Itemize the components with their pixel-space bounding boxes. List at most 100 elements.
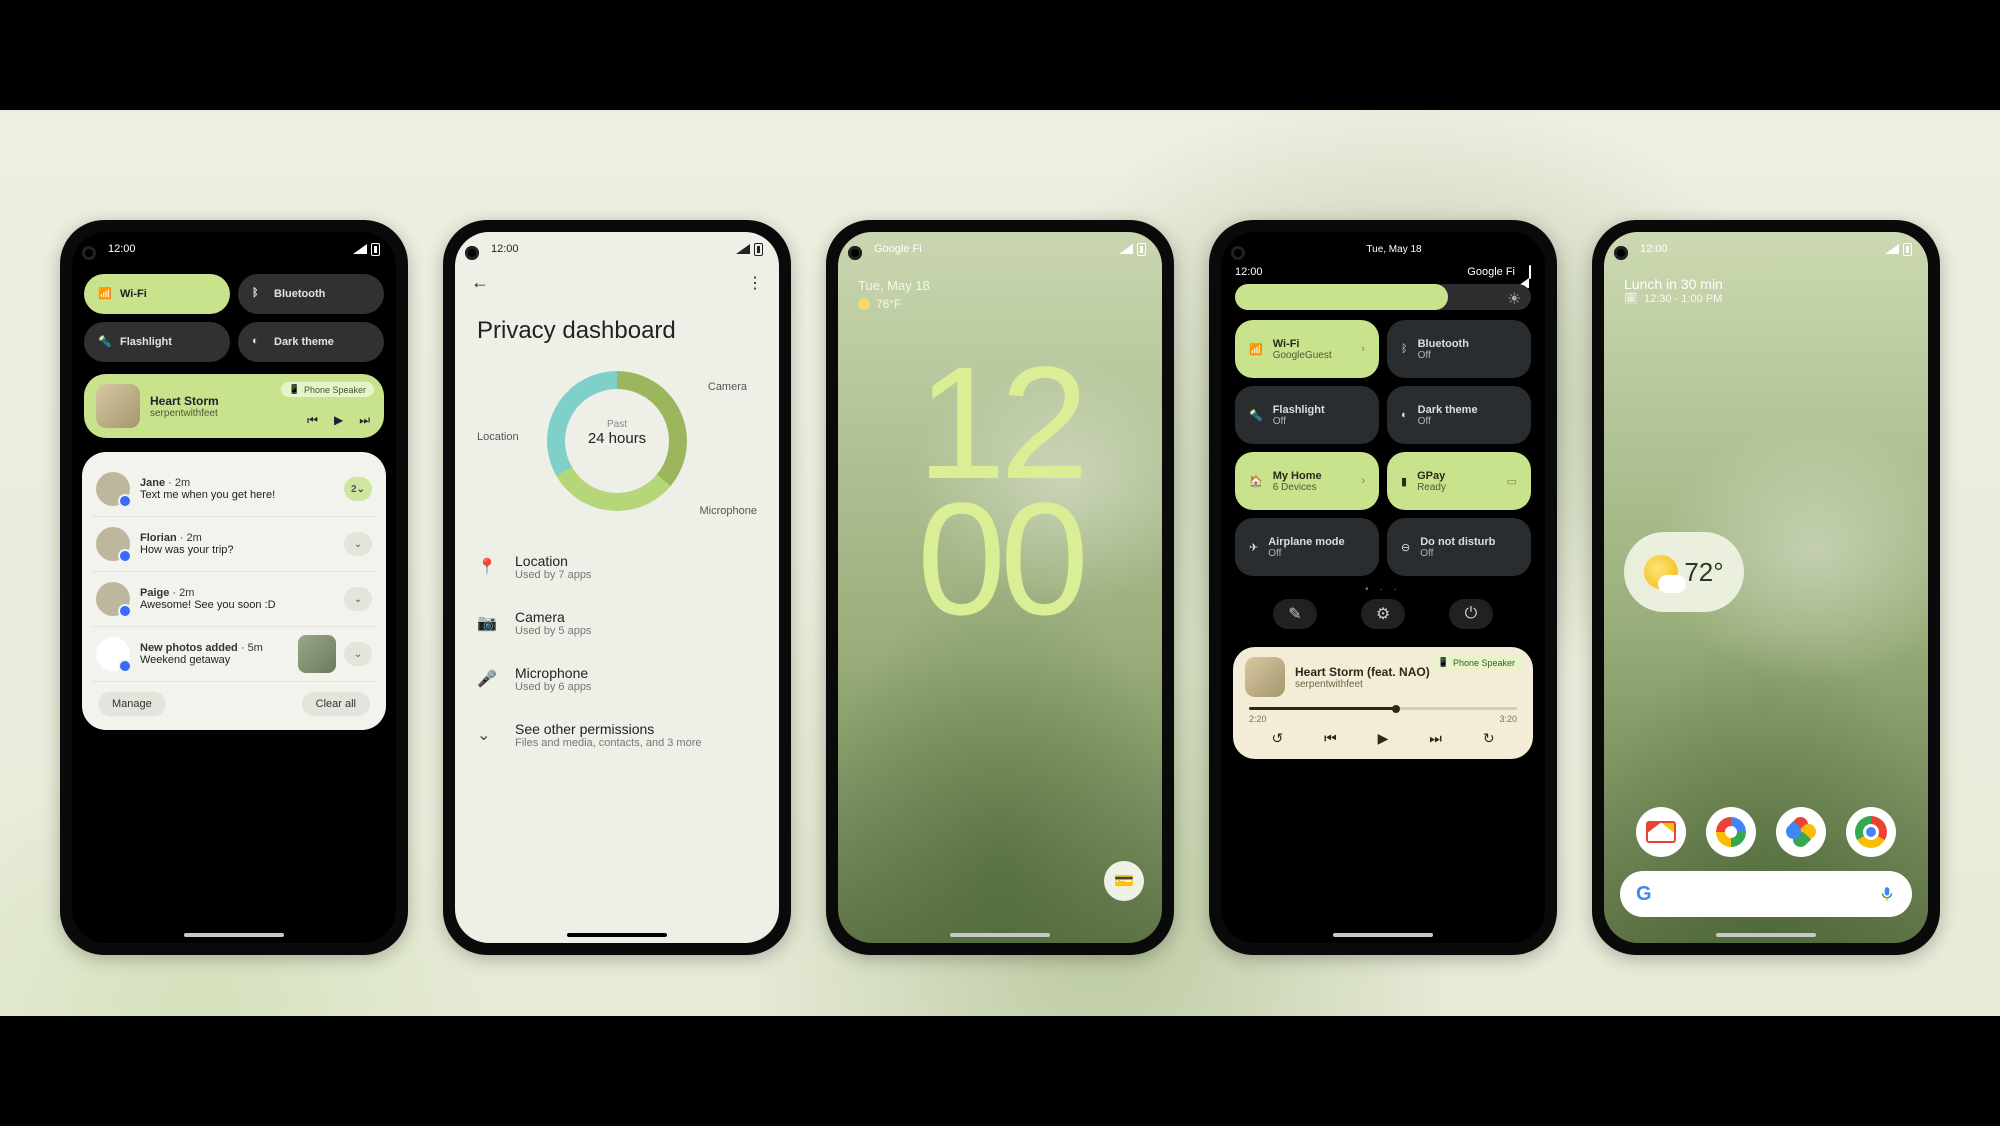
gear-icon: ⚙: [1376, 604, 1390, 624]
tile-airplane[interactable]: ✈Airplane modeOff: [1235, 518, 1379, 576]
clear-all-button[interactable]: Clear all: [302, 692, 370, 716]
brightness-fill: [1235, 284, 1448, 310]
phone-2-screen: 12:00 ← ⋮ Privacy dashboard Past24 hours…: [455, 232, 779, 943]
page-indicator: • · ·: [1221, 576, 1545, 599]
signal-icon: [736, 244, 750, 254]
expand-button[interactable]: ⌄: [344, 532, 372, 556]
power-button[interactable]: ⏻: [1449, 599, 1493, 629]
time-elapsed: 2:20: [1249, 714, 1267, 724]
perm-microphone[interactable]: 🎤MicrophoneUsed by 6 apps: [477, 651, 757, 707]
next-icon[interactable]: ⏭: [1429, 730, 1442, 747]
tile-dnd[interactable]: ⊖Do not disturbOff: [1387, 518, 1531, 576]
expand-count[interactable]: 2 ⌄: [344, 477, 372, 501]
app-chrome[interactable]: [1846, 807, 1896, 857]
qs-wifi[interactable]: 📶Wi-Fi: [84, 274, 230, 314]
qs-label: Wi-Fi: [120, 288, 147, 300]
tile-gpay[interactable]: ▮GPayReady▭: [1387, 452, 1531, 510]
output-badge[interactable]: 📱Phone Speaker: [1430, 655, 1523, 670]
rewind-icon[interactable]: ↺: [1271, 730, 1283, 747]
page-title: Privacy dashboard: [455, 299, 779, 355]
settings-button[interactable]: ⚙: [1361, 599, 1405, 629]
status-bar: 12:00: [1604, 232, 1928, 266]
donut-label-camera: Camera: [708, 381, 747, 393]
mic-icon[interactable]: [1878, 885, 1896, 903]
app-badge-icon: [118, 549, 132, 563]
speaker-icon: 📱: [289, 384, 300, 395]
avatar: [96, 582, 130, 616]
sun-cloud-icon: [1644, 555, 1678, 589]
edit-button[interactable]: ✎: [1273, 599, 1317, 629]
gesture-bar[interactable]: [184, 933, 284, 937]
notification-photos[interactable]: New photos added · 5m Weekend getaway ⌄: [92, 627, 376, 682]
photos-app-icon: [96, 637, 130, 671]
next-icon[interactable]: ⏭: [359, 413, 370, 428]
tile-darktheme[interactable]: ◐Dark themeOff: [1387, 386, 1531, 444]
media-card[interactable]: 📱Phone Speaker Heart Storm (feat. NAO) s…: [1233, 647, 1533, 759]
play-icon[interactable]: ▶: [334, 413, 343, 428]
phone-2: 12:00 ← ⋮ Privacy dashboard Past24 hours…: [443, 220, 791, 955]
media-chip[interactable]: Heart Storm serpentwithfeet 📱Phone Speak…: [84, 374, 384, 438]
qs-bluetooth[interactable]: ᛒBluetooth: [238, 274, 384, 314]
status-icons: [1119, 243, 1146, 256]
app-maps[interactable]: [1706, 807, 1756, 857]
prev-icon[interactable]: ⏮: [307, 413, 318, 428]
notif-body: Weekend getaway: [140, 654, 263, 666]
maps-icon: [1716, 817, 1746, 847]
search-bar[interactable]: G: [1620, 871, 1912, 917]
wallet-button[interactable]: 💳: [1104, 861, 1144, 901]
notif-header: Jane · 2m: [140, 477, 275, 489]
tile-bluetooth[interactable]: ᛒBluetoothOff: [1387, 320, 1531, 378]
seek-bar[interactable]: [1249, 707, 1517, 710]
app-gmail[interactable]: [1636, 807, 1686, 857]
gesture-bar[interactable]: [567, 933, 667, 937]
gesture-bar[interactable]: [1716, 933, 1816, 937]
agenda-widget[interactable]: Lunch in 30 min 🗓12:30 - 1:00 PM: [1604, 266, 1928, 305]
notif-body: How was your trip?: [140, 544, 234, 556]
camera-icon: 📷: [477, 613, 499, 633]
location-icon: 📍: [477, 557, 499, 577]
letterbox-bottom: [0, 1016, 2000, 1126]
brightness-slider[interactable]: ☀: [1235, 284, 1531, 310]
app-photos[interactable]: [1776, 807, 1826, 857]
manage-button[interactable]: Manage: [98, 692, 166, 716]
perm-other[interactable]: ⌄See other permissionsFiles and media, c…: [477, 707, 757, 763]
calendar-icon: 🗓: [1624, 292, 1638, 305]
notification[interactable]: Paige · 2m Awesome! See you soon :D ⌄: [92, 572, 376, 627]
notification[interactable]: Florian · 2m How was your trip? ⌄: [92, 517, 376, 572]
notif-body: Text me when you get here!: [140, 489, 275, 501]
back-icon[interactable]: ←: [471, 272, 489, 293]
overflow-icon[interactable]: ⋮: [747, 273, 763, 293]
perm-camera[interactable]: 📷CameraUsed by 5 apps: [477, 595, 757, 651]
signal-icon: [1119, 244, 1133, 254]
gesture-bar[interactable]: [1333, 933, 1433, 937]
brightness-icon: ☀: [1507, 289, 1523, 305]
qs-darktheme[interactable]: ◐Dark theme: [238, 322, 384, 362]
gpay-icon: ▮: [1401, 475, 1407, 488]
carrier: Google Fi: [1467, 266, 1515, 278]
phone-5: 12:00 Lunch in 30 min 🗓12:30 - 1:00 PM 7…: [1592, 220, 1940, 955]
status-date: Tue, May 18: [1366, 244, 1421, 255]
signal-icon: [1885, 244, 1899, 254]
status-time: 12:00: [1640, 243, 1668, 255]
output-badge[interactable]: 📱Phone Speaker: [281, 382, 374, 397]
tile-flashlight[interactable]: 🔦FlashlightOff: [1235, 386, 1379, 444]
tile-home[interactable]: 🏠My Home6 Devices›: [1235, 452, 1379, 510]
gesture-bar[interactable]: [950, 933, 1050, 937]
status-bar: Tue, May 18: [1221, 232, 1545, 266]
app-badge-icon: [118, 494, 132, 508]
notification[interactable]: Jane · 2m Text me when you get here! 2 ⌄: [92, 462, 376, 517]
pencil-icon: ✎: [1288, 604, 1301, 624]
prev-icon[interactable]: ⏮: [1324, 730, 1337, 747]
tile-wifi[interactable]: 📶Wi-FiGoogleGuest›: [1235, 320, 1379, 378]
expand-button[interactable]: ⌄: [344, 587, 372, 611]
play-icon[interactable]: ▶: [1378, 730, 1389, 747]
qs-flashlight[interactable]: 🔦Flashlight: [84, 322, 230, 362]
photos-icon: [1786, 817, 1816, 847]
status-bar: Google Fi: [838, 232, 1162, 266]
perm-location[interactable]: 📍LocationUsed by 7 apps: [477, 539, 757, 595]
forward-icon[interactable]: ↻: [1483, 730, 1495, 747]
status-icons: [1885, 243, 1912, 256]
weather-widget[interactable]: 72°: [1624, 532, 1744, 612]
media-title: Heart Storm (feat. NAO): [1295, 665, 1430, 679]
expand-button[interactable]: ⌄: [344, 642, 372, 666]
